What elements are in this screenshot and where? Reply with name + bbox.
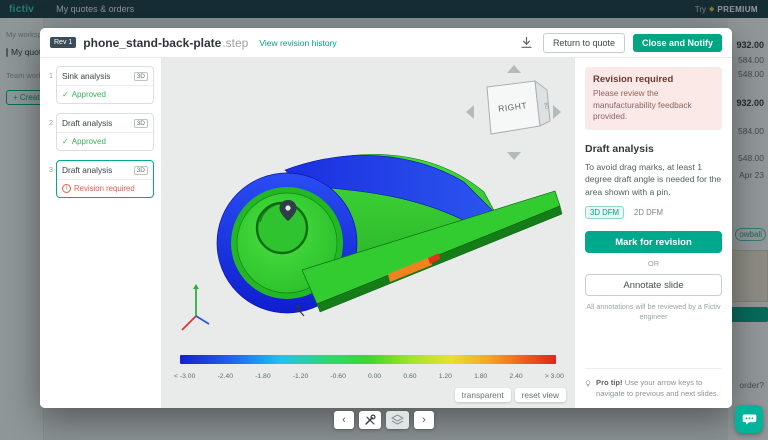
3d-badge: 3D [133,118,148,128]
step-card-sink-analysis[interactable]: Sink analysis 3D ✓ Approved [56,66,154,104]
feedback-panel: Revision required Please review the manu… [574,58,732,408]
dfm-toggle: 3D DFM 2D DFM [585,206,722,220]
annotate-note: All annotations will be reviewed by a Fi… [586,302,721,322]
draft-color-scale [180,355,556,364]
status-approved: Approved [71,90,106,99]
warning-icon: ! [62,184,71,193]
reset-view-button[interactable]: reset view [514,388,566,402]
3d-badge: 3D [133,71,148,81]
scale-labels: < -3.00 -2.40 -1.80 -1.20 -0.60 0.00 0.6… [174,373,564,380]
orientation-cube-widget: RIGHT BO [466,65,561,160]
tag-2d-dfm[interactable]: 2D DFM [629,206,668,219]
annotate-slide-button[interactable]: Annotate slide [585,274,722,297]
rotate-left-arrow[interactable] [466,105,474,119]
view-revision-history-link[interactable]: View revision history [259,38,336,48]
file-extension: .step [222,35,249,50]
lightbulb-icon [585,380,591,387]
next-slide-button[interactable]: › [414,411,434,429]
file-name: phone_stand-back-plate [83,35,222,50]
pro-tip: Pro tip! Use your arrow keys to navigate… [585,368,722,399]
rotate-down-arrow[interactable] [507,152,521,160]
or-divider: OR [647,259,660,269]
chat-icon [742,414,756,425]
dfm-review-modal: Rev 1 phone_stand-back-plate .step View r… [40,28,732,408]
revision-required-alert: Revision required Please review the manu… [585,67,722,130]
cube-side-label: BO [544,102,550,110]
pro-tip-bold: Pro tip! [596,378,623,387]
check-icon: ✓ [62,90,69,99]
previous-slide-button[interactable]: ‹ [334,411,354,429]
chat-launcher-button[interactable] [735,405,763,433]
step-card-draft-analysis[interactable]: Draft analysis 3D ✓ Approved [56,113,154,151]
rotate-right-arrow[interactable] [553,105,561,119]
status-approved: Approved [71,137,106,146]
slide-navigation: ‹ › [334,411,434,429]
return-to-quote-button[interactable]: Return to quote [542,32,625,53]
mark-for-revision-button[interactable]: Mark for revision [585,231,722,254]
model-viewport[interactable]: RIGHT BO < -3.00 -2.40 -1.80 -1.20 -0.60… [162,58,574,408]
slides-view-button[interactable] [386,411,409,429]
step-card-draft-analysis-selected[interactable]: Draft analysis 3D ! Revision required [56,160,154,198]
step-item: 1 Sink analysis 3D ✓ Approved [45,66,154,104]
axis-triad [181,284,210,331]
analysis-steps-list: 1 Sink analysis 3D ✓ Approved 2 Draft an… [40,58,162,408]
tag-3d-dfm[interactable]: 3D DFM [585,206,625,220]
check-icon: ✓ [62,137,69,146]
step-item: 3 Draft analysis 3D ! Revision required [45,160,154,198]
draft-analysis-heading: Draft analysis [585,142,654,155]
close-and-notify-button[interactable]: Close and Notify [632,33,722,52]
tools-icon [365,414,376,425]
revision-badge: Rev 1 [50,37,77,48]
draft-analysis-description: To avoid drag marks, at least 1 degree d… [585,161,722,197]
download-icon[interactable] [519,35,535,51]
step-item: 2 Draft analysis 3D ✓ Approved [45,113,154,151]
tools-view-button[interactable] [359,411,381,429]
rotate-up-arrow[interactable] [507,65,521,73]
transparent-button[interactable]: transparent [454,388,511,402]
status-revision-required: Revision required [74,184,135,193]
modal-header: Rev 1 phone_stand-back-plate .step View r… [40,28,732,58]
3d-badge: 3D [133,165,148,175]
layers-icon [391,414,404,425]
